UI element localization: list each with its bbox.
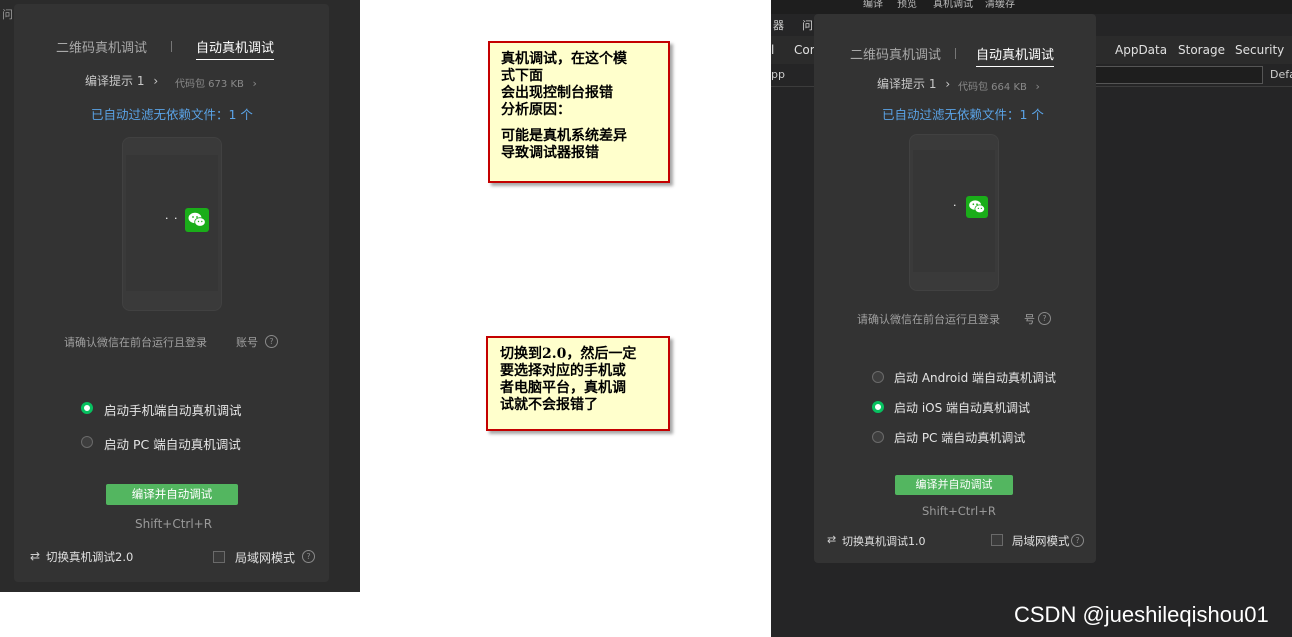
tab-qrcode-debug[interactable]: 二维码真机调试 [850,44,941,63]
note-1-paragraph-1: 真机调试，在这个模 式下面 会出现控制台报错 分析原因： [501,51,627,118]
toolbar-strip: 编译 预览 真机调试 清缓存 [771,0,1292,14]
tab-divider [171,41,172,52]
note-1-paragraph-2: 可能是真机系统差异 导致调试器报错 [501,128,627,161]
radio-pc-debug[interactable] [872,431,884,443]
lan-mode-label: 局域网模式 [235,551,296,565]
devtools-tab-security[interactable]: Security [1235,43,1284,57]
toolbar-compile[interactable]: 编译 [863,0,883,10]
chevron-right-icon: › [248,77,257,90]
package-size-link[interactable]: 代码包 664 KB › [958,75,1040,94]
filter-bar-text: pp [771,68,785,81]
radio-pc-debug[interactable] [81,436,93,448]
left-debug-window: 问 二维码真机调试 自动真机调试 编译提示 1 › 代码包 673 KB › 已… [0,0,360,592]
phone-illustration: · · [122,137,222,311]
swap-icon: ⇄ [30,549,41,563]
package-size-link[interactable]: 代码包 673 KB › [175,72,257,91]
radio-android-debug[interactable] [872,371,884,383]
auto-debug-panel-v2: 二维码真机调试 自动真机调试 编译提示 1 › 代码包 664 KB › 已自动… [814,14,1096,563]
compile-tip-label: 编译提示 1 [877,77,937,91]
compile-tip-link[interactable]: 编译提示 1 › [877,73,950,92]
csdn-watermark: CSDN @jueshileqishou01 [1014,602,1269,627]
radio-ios-debug-label[interactable]: 启动 iOS 端自动真机调试 [894,399,1030,416]
wechat-icon [185,208,209,232]
filter-note[interactable]: 已自动过滤无依赖文件：1 个 [91,104,253,123]
toolbar-clear-cache[interactable]: 清缓存 [985,0,1015,10]
package-size-label: 代码包 673 KB [175,79,244,90]
compile-auto-debug-button[interactable]: 编译并自动调试 [106,484,238,505]
shortcut-hint: Shift+Ctrl+R [922,504,996,518]
tab-auto-debug[interactable]: 自动真机调试 [196,37,275,60]
devtools-tab-appdata[interactable]: AppData [1115,43,1167,57]
help-icon[interactable]: ? [302,550,315,563]
radio-mobile-debug-label[interactable]: 启动手机端自动真机调试 [104,400,242,419]
phone-illustration: · [909,134,999,291]
menu-fragment: 问 [2,8,13,21]
lan-mode-label: 局域网模式 [1012,534,1070,548]
tab-divider [955,48,956,59]
radio-ios-debug[interactable] [872,401,884,413]
radio-pc-debug-label[interactable]: 启动 PC 端自动真机调试 [104,434,241,453]
auto-debug-panel: 二维码真机调试 自动真机调试 编译提示 1 › 代码包 673 KB › 已自动… [14,4,329,582]
help-icon[interactable]: ? [265,335,278,348]
connecting-dots: · [953,199,958,212]
note-2-paragraph-1: 切换到2.0，然后一定 要选择对应的手机或 者电脑平台，真机调 试就不会报错了 [500,346,637,413]
lan-mode-checkbox[interactable] [991,534,1003,546]
devtools-tab-storage[interactable]: Storage [1178,43,1225,57]
annotation-note-2: 切换到2.0，然后一定 要选择对应的手机或 者电脑平台，真机调 试就不会报错了 [486,336,670,431]
tab-auto-debug[interactable]: 自动真机调试 [976,44,1055,67]
toolbar-preview[interactable]: 预览 [897,0,917,10]
lan-mode-checkbox[interactable] [213,551,225,563]
compile-tip-link[interactable]: 编译提示 1 › [85,70,158,89]
help-icon[interactable]: ? [1038,312,1051,325]
wechat-icon [966,196,988,218]
radio-mobile-debug[interactable] [81,402,93,414]
confirm-account-text: 号 [1024,313,1035,326]
connecting-dots: · · [165,212,179,225]
compile-tip-label: 编译提示 1 [85,74,145,88]
compile-auto-debug-button[interactable]: 编译并自动调试 [895,475,1013,495]
annotation-note-1: 真机调试，在这个模 式下面 会出现控制台报错 分析原因： 可能是真机系统差异 导… [488,41,670,183]
package-size-label: 代码包 664 KB [958,82,1027,93]
devtools-tab-partial[interactable]: l [771,43,774,57]
radio-android-debug-label[interactable]: 启动 Android 端自动真机调试 [894,369,1056,386]
chevron-right-icon: › [149,74,159,88]
help-icon[interactable]: ? [1071,534,1084,547]
radio-pc-debug-label[interactable]: 启动 PC 端自动真机调试 [894,429,1025,446]
toolbar-real-debug[interactable]: 真机调试 [933,0,973,10]
switch-debug-version-link[interactable]: 切换真机调试1.0 [842,533,926,549]
confirm-login-text: 请确认微信在前台运行且登录 [857,313,1000,326]
chevron-right-icon: › [941,77,951,91]
shortcut-hint: Shift+Ctrl+R [135,517,213,531]
side-label: 器 [773,19,784,32]
filter-note[interactable]: 已自动过滤无依赖文件：1 个 [882,104,1044,123]
chevron-right-icon: › [1031,80,1040,93]
default-levels-dropdown[interactable]: Defa [1270,68,1292,81]
confirm-account-text: 账号 [236,336,258,349]
side-label-2: 问 [802,19,813,32]
swap-icon: ⇄ [827,533,837,546]
tab-qrcode-debug[interactable]: 二维码真机调试 [56,37,147,56]
confirm-login-text: 请确认微信在前台运行且登录 [64,336,207,349]
filter-input[interactable] [1091,66,1263,84]
switch-debug-version-link[interactable]: 切换真机调试2.0 [46,549,133,565]
